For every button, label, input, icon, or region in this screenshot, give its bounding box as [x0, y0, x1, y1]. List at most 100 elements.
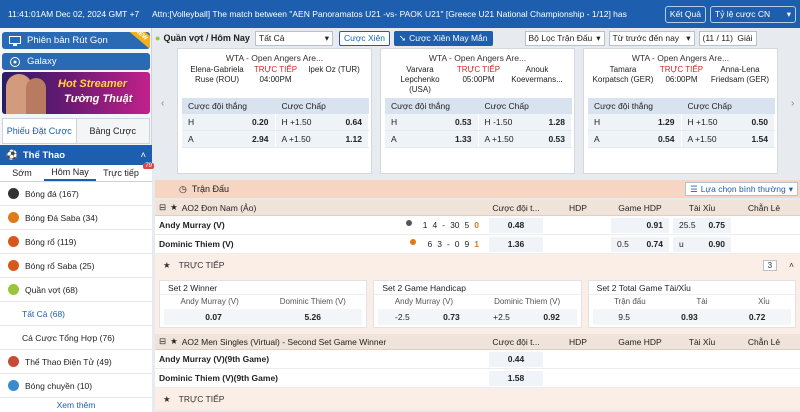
- tab-betslip[interactable]: Phiếu Đặt Cược: [3, 119, 76, 143]
- card-teams: Elena-Gabriela Ruse (ROU) TRỰC TIẾP 04:00…: [178, 63, 371, 89]
- score: -: [446, 239, 450, 249]
- odds-value: 0.53: [548, 134, 565, 144]
- sport-item-esports[interactable]: Thể Thao Điện Tử (49): [0, 350, 152, 374]
- card-status: TRỰC TIẾP 04:00PM: [254, 65, 297, 89]
- list-icon: ☰: [690, 183, 698, 194]
- odds-value: 2.94: [251, 134, 269, 144]
- chevron-right-icon[interactable]: ›: [791, 98, 799, 114]
- compact-version-button[interactable]: Phiên bản Rút Gọn NEW: [2, 32, 150, 49]
- league-name[interactable]: ⊟ ★ AO2 Men Singles (Virtual) - Second Set…: [155, 336, 485, 347]
- announcement-ticker[interactable]: Attn:[Volleyball] The match between "AEN…: [152, 9, 661, 19]
- sport-item-saba-basketball[interactable]: Bóng rổ Saba (25): [0, 254, 152, 278]
- odds-line: 25.5: [679, 220, 696, 230]
- odds-label: H -1.50: [484, 117, 513, 127]
- odds-cell[interactable]: H 1.29: [588, 114, 681, 130]
- sort-label: Từ trước đến nay: [612, 33, 680, 43]
- featured-card[interactable]: WTA - Open Angers Are... Elena-Gabriela …: [177, 48, 372, 174]
- galaxy-button[interactable]: Galaxy: [2, 53, 150, 70]
- odds-cell[interactable]: 0.91: [611, 217, 669, 233]
- see-more-link[interactable]: Xem thêm: [0, 398, 152, 412]
- odds-cell[interactable]: 0.72: [749, 312, 766, 322]
- odds-cell[interactable]: 0.07: [205, 312, 222, 322]
- odds-cell[interactable]: u 0.90: [673, 236, 731, 252]
- more-markets-count[interactable]: 3: [762, 259, 778, 271]
- sport-item-volleyball[interactable]: Bóng chuyền (10): [0, 374, 152, 398]
- view-mode-label: Lựa chọn bình thường: [700, 184, 786, 194]
- tennis-sub-all[interactable]: Tất Cả (68): [0, 302, 152, 326]
- match-filter-label: Bộ Lọc Trận Đấu: [528, 33, 593, 43]
- sport-item-tennis[interactable]: Quần vợt (68): [0, 278, 152, 302]
- card-odds-grid: Cược đội thắng Cược Chấp H 1.29 H +1.50 0.50…: [588, 98, 775, 148]
- league-name[interactable]: ⊟ ★ AO2 Đơn Nam (Ảo): [155, 202, 485, 213]
- odds-cell[interactable]: 0.48: [489, 217, 543, 233]
- parlay-button[interactable]: Cược Xiên: [339, 30, 391, 46]
- tab-live[interactable]: Trực tiếp 79: [96, 163, 154, 181]
- score: 3: [437, 239, 442, 249]
- featured-card[interactable]: WTA - Open Angers Are... Tamara Korpatsc…: [583, 48, 778, 174]
- odds-value: 0.90: [708, 239, 725, 249]
- odds-cell[interactable]: 0.73: [443, 312, 460, 322]
- odds-cell[interactable]: 0.92: [543, 312, 560, 322]
- odds-label: A +1.50: [687, 134, 717, 144]
- sport-count: (119): [57, 236, 77, 247]
- star-icon: ★: [163, 393, 171, 404]
- odds-cell[interactable]: 1.58: [489, 370, 543, 386]
- live-bar[interactable]: ★ TRỰC TIẾP: [155, 388, 800, 410]
- odds-cell[interactable]: A +1.50 1.12: [275, 131, 368, 147]
- tab-today[interactable]: Hôm Nay: [44, 165, 96, 181]
- odds-cell[interactable]: 1.36: [489, 236, 543, 252]
- tennis-sub-outright[interactable]: Cá Cược Tổng Hợp (76): [0, 326, 152, 350]
- odds-cell[interactable]: H 0.20: [182, 114, 275, 130]
- lucky-icon: ➘: [399, 32, 407, 43]
- star-icon: ★: [170, 202, 178, 212]
- market-label: Andy Murray (V): [394, 296, 454, 306]
- odds-cell[interactable]: 25.5 0.75: [673, 217, 731, 233]
- lucky-parlay-button[interactable]: ➘ Cược Xiên May Mắn: [394, 30, 493, 46]
- odds-cell[interactable]: H +1.50 0.64: [275, 114, 368, 130]
- sub-label: Tất Cả: [22, 308, 48, 319]
- market-card: Set 2 Total Game Tài/Xỉu Trận đấu Tài Xỉu …: [587, 280, 796, 328]
- sport-item-soccer[interactable]: Bóng đá (167): [0, 182, 152, 206]
- sport-list: Bóng đá (167) Bóng Đá Saba (34) Bóng rổ …: [0, 182, 152, 412]
- odds-cell[interactable]: H +1.50 0.50: [681, 114, 774, 130]
- market-select[interactable]: Tất Cả ▾: [255, 30, 333, 46]
- sport-count: (68): [62, 284, 78, 295]
- sport-label: Bóng rổ Saba: [25, 260, 77, 271]
- score: 9: [464, 239, 470, 249]
- sort-select[interactable]: Từ trước đến nay ▾: [608, 30, 695, 46]
- odds-cell[interactable]: 0.93: [681, 312, 698, 322]
- odds-cell[interactable]: A 0.54: [588, 131, 681, 147]
- col-head: Chẵn Lẻ: [747, 336, 781, 347]
- match-filter-select[interactable]: Bộ Lọc Trận Đấu ▾: [524, 30, 605, 46]
- col-moneyline: Cược đội thắng: [391, 101, 450, 111]
- featured-card[interactable]: WTA - Open Angers Are... Varvara Lepchen…: [380, 48, 575, 174]
- sport-item-basketball[interactable]: Bóng rổ (119): [0, 230, 152, 254]
- odds-cell[interactable]: 0.5 0.74: [611, 236, 669, 252]
- col-moneyline: Cược đội thắng: [188, 101, 247, 111]
- odds-cell[interactable]: A +1.50 0.53: [478, 131, 571, 147]
- odds-cell[interactable]: A +1.50 1.54: [681, 131, 774, 147]
- hot-streamer-banner[interactable]: Hot Streamer Tường Thuật: [2, 72, 150, 114]
- league-count-select[interactable]: (11 / 11) Giải: [698, 30, 757, 46]
- view-mode-select[interactable]: ☰ Lựa chọn bình thường ▾: [685, 182, 798, 196]
- odds-cell[interactable]: 5.26: [304, 312, 321, 322]
- tab-my-bets[interactable]: Bảng Cược: [75, 119, 149, 143]
- odds-type-select[interactable]: Tỷ lệ cược CN ▾: [710, 5, 796, 23]
- odds-cell[interactable]: H -1.50 1.28: [478, 114, 571, 130]
- tab-early[interactable]: Sớm: [0, 165, 44, 181]
- odds-cell[interactable]: H 0.53: [385, 114, 478, 130]
- market-label: Andy Murray (V): [180, 296, 239, 306]
- compact-version-label: Phiên bản Rút Gọn: [27, 35, 108, 46]
- sport-item-saba-soccer[interactable]: Bóng Đá Saba (34): [0, 206, 152, 230]
- results-button[interactable]: Kết Quả: [664, 5, 706, 23]
- odds-cell[interactable]: 0.44: [489, 351, 543, 367]
- live-bar[interactable]: ★ TRỰC TIẾP 3 ˄: [155, 254, 800, 276]
- odds-cell[interactable]: A 1.33: [385, 131, 478, 147]
- tennis-ball-icon: [8, 284, 19, 295]
- odds-label: H +1.50: [687, 117, 718, 127]
- sports-header[interactable]: ⚽ Thể Thao ˄: [0, 145, 152, 165]
- chevron-down-icon: ▾: [686, 32, 691, 43]
- odds-cell[interactable]: A 2.94: [182, 131, 275, 147]
- clock: 11:41:01AM Dec 02, 2024 GMT +7: [8, 9, 140, 19]
- table-row: Andy Murray (V)(9th Game) 0.44: [155, 350, 800, 369]
